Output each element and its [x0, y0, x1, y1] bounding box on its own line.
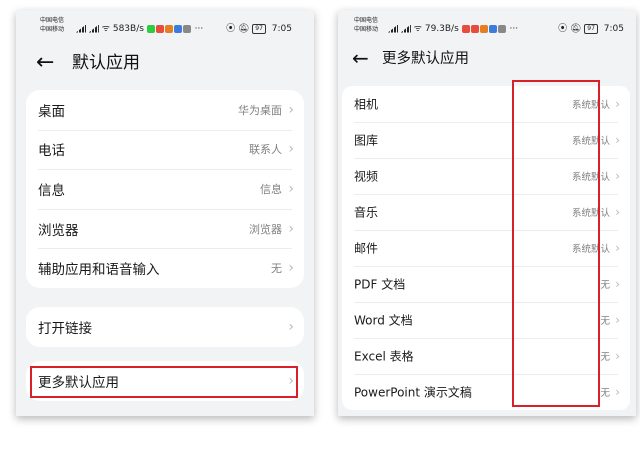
- item-value: 无: [600, 388, 610, 399]
- item-label: PDF 文档: [354, 277, 406, 292]
- default-apps-card: 桌面 华为桌面 › 电话 联系人 › 信息 信息 › 浏览器 浏览器 › 辅助应…: [26, 90, 304, 288]
- chevron-right-icon: ›: [615, 349, 620, 363]
- item-label: 电话: [38, 143, 65, 160]
- network-speed: 79.3B/s: [424, 24, 459, 34]
- chevron-right-icon: ›: [288, 260, 294, 277]
- item-value: 无: [600, 316, 610, 327]
- status-system: ⦿ 🔕︎ 97 7:05: [558, 21, 624, 34]
- item-label: 视频: [354, 169, 379, 184]
- mute-icon: 🔕︎: [569, 24, 582, 34]
- right-screen: 中国电信 中国移动 ᯤ 79.3B/s ··· ⦿ 🔕︎ 97 7:05 ← 更…: [338, 10, 636, 416]
- item-label: 音乐: [354, 205, 379, 220]
- item-label: 辅助应用和语音输入: [38, 262, 160, 279]
- item-value: 华为桌面: [238, 103, 282, 117]
- list-item-phone[interactable]: 电话 联系人 ›: [26, 129, 304, 170]
- battery-icon: 97: [584, 23, 598, 34]
- item-label: 相机: [354, 97, 379, 112]
- wifi-icon: ᯤ: [413, 24, 422, 34]
- item-value: 无: [271, 262, 282, 276]
- page-title: 默认应用: [72, 53, 140, 73]
- chevron-right-icon: ›: [288, 318, 294, 335]
- item-label: Word 文档: [354, 313, 413, 328]
- carrier-info: 中国电信 中国移动: [354, 16, 378, 34]
- carrier-info: 中国电信 中国移动: [40, 16, 64, 34]
- item-label: 邮件: [354, 241, 379, 256]
- item-value: 无: [600, 352, 610, 363]
- title-bar: ← 默认应用: [16, 44, 314, 84]
- item-label: Excel 表格: [354, 349, 414, 364]
- signal-icon: [400, 24, 411, 33]
- carrier-1: 中国电信: [354, 17, 379, 24]
- status-system: ⦿ 🔕︎ 97 7:05: [226, 21, 292, 34]
- chevron-right-icon: ›: [615, 169, 620, 183]
- notification-icons: [461, 24, 510, 34]
- wifi-icon: ᯤ: [101, 24, 110, 34]
- list-item-messages[interactable]: 信息 信息 ›: [26, 169, 304, 209]
- item-value: 信息: [260, 182, 282, 196]
- item-label: PowerPoint 演示文稿: [354, 385, 472, 400]
- item-value: 无: [600, 280, 610, 291]
- open-links-card: 打开链接 ›: [26, 307, 304, 347]
- carrier-1: 中国电信: [40, 17, 65, 24]
- list-item-desktop[interactable]: 桌面 华为桌面 ›: [26, 90, 304, 130]
- list-item-browser[interactable]: 浏览器 浏览器 ›: [26, 208, 304, 249]
- network-speed: 583B/s: [112, 24, 144, 34]
- item-label: 图库: [354, 133, 379, 148]
- chevron-right-icon: ›: [288, 101, 294, 118]
- more-notifications-icon: ···: [194, 24, 204, 34]
- chevron-right-icon: ›: [615, 133, 620, 147]
- item-label: 打开链接: [38, 320, 92, 337]
- highlight-box: [30, 366, 298, 398]
- item-value: 浏览器: [249, 222, 282, 236]
- list-item-open-links[interactable]: 打开链接 ›: [26, 307, 304, 347]
- chevron-right-icon: ›: [615, 385, 620, 399]
- item-value: 联系人: [249, 143, 282, 157]
- signal-icon: [88, 24, 99, 33]
- back-arrow-icon[interactable]: ←: [36, 51, 54, 75]
- signal-icon: [76, 24, 86, 33]
- left-screen: 中国电信 中国移动 ᯤ 583B/s ··· ⦿ 🔕︎ 97 7:05 ← 默认…: [16, 10, 314, 416]
- notification-icons: [146, 24, 195, 34]
- back-arrow-icon[interactable]: ←: [352, 46, 369, 70]
- status-network: ᯤ 583B/s ···: [76, 21, 203, 34]
- location-icon: ⦿: [558, 24, 568, 34]
- chevron-right-icon: ›: [615, 313, 620, 327]
- status-network: ᯤ 79.3B/s ···: [388, 21, 518, 34]
- carrier-2: 中国移动: [354, 26, 379, 33]
- battery-icon: 97: [252, 23, 266, 34]
- chevron-right-icon: ›: [615, 205, 620, 219]
- more-notifications-icon: ···: [509, 24, 519, 34]
- title-bar: ← 更多默认应用: [338, 44, 636, 84]
- location-icon: ⦿: [226, 24, 236, 34]
- item-label: 信息: [38, 182, 65, 199]
- clock: 7:05: [271, 24, 292, 34]
- carrier-2: 中国移动: [40, 26, 65, 33]
- list-item-assist-voice[interactable]: 辅助应用和语音输入 无 ›: [26, 248, 304, 288]
- chevron-right-icon: ›: [615, 277, 620, 291]
- item-label: 桌面: [38, 103, 65, 120]
- chevron-right-icon: ›: [288, 180, 294, 197]
- status-bar: 中国电信 中国移动 ᯤ 583B/s ··· ⦿ 🔕︎ 97 7:05: [16, 10, 314, 44]
- chevron-right-icon: ›: [288, 220, 294, 237]
- signal-icon: [388, 24, 398, 33]
- chevron-right-icon: ›: [288, 141, 294, 158]
- chevron-right-icon: ›: [615, 97, 620, 111]
- mute-icon: 🔕︎: [237, 24, 250, 34]
- chevron-right-icon: ›: [615, 241, 620, 255]
- page-title: 更多默认应用: [382, 51, 469, 67]
- highlight-box: [512, 80, 600, 407]
- clock: 7:05: [603, 24, 624, 34]
- item-label: 浏览器: [38, 222, 79, 239]
- status-bar: 中国电信 中国移动 ᯤ 79.3B/s ··· ⦿ 🔕︎ 97 7:05: [338, 10, 636, 44]
